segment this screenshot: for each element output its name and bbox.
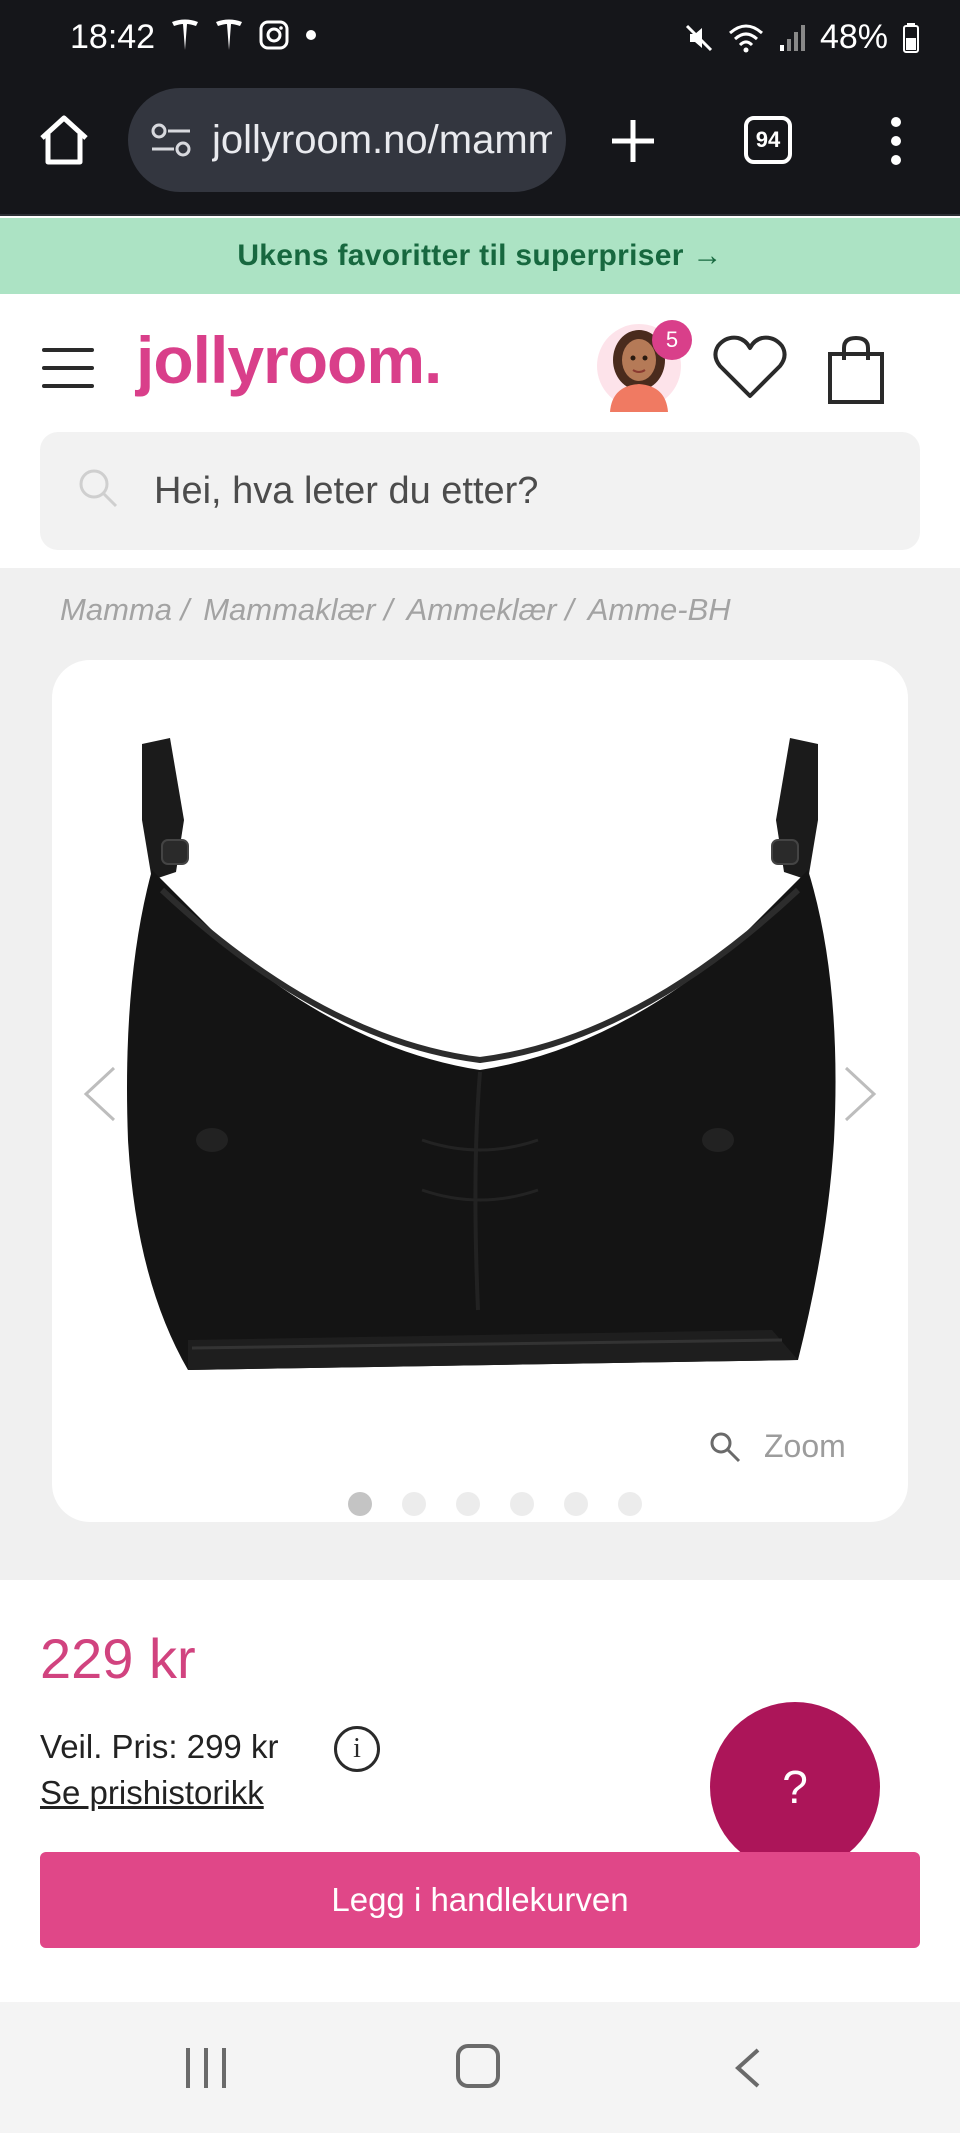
search-icon [79, 469, 118, 508]
pagination-dot[interactable] [456, 1492, 480, 1516]
image-pagination [348, 1492, 642, 1516]
help-chat-button[interactable]: ? [710, 1702, 880, 1872]
new-tab-icon[interactable] [608, 116, 658, 166]
home-icon[interactable] [36, 112, 92, 168]
promo-banner[interactable]: Ukens favoritter til superpriser → [0, 218, 960, 294]
breadcrumb: Mamma / Mammaklær / Ammeklær / Amme-BH [60, 592, 731, 628]
zoom-magnifier-icon [710, 1432, 741, 1462]
shopping-bag-icon[interactable] [826, 334, 886, 406]
status-time: 18:42 [70, 18, 156, 56]
mute-icon [685, 24, 712, 51]
breadcrumb-item-mammaklaer[interactable]: Mammaklær / [203, 592, 392, 628]
search-input[interactable]: Hei, hva leter du etter? [40, 432, 920, 550]
breadcrumb-item-ammeklaer[interactable]: Ammeklær / [407, 592, 574, 628]
product-image-card: Zoom [52, 660, 908, 1522]
battery-percent: 48% [819, 18, 888, 56]
zoom-control[interactable]: Zoom [708, 1428, 846, 1465]
recent-apps-icon[interactable] [186, 2048, 226, 2088]
system-navigation-bar [0, 2002, 960, 2133]
tab-switcher-button[interactable]: 94 [744, 116, 792, 164]
pagination-dot[interactable] [510, 1492, 534, 1516]
pagination-dot[interactable] [402, 1492, 426, 1516]
back-arrow-icon[interactable] [732, 2046, 762, 2090]
site-logo[interactable]: jollyroom. [136, 322, 442, 398]
battery-icon [903, 22, 919, 53]
home-button-icon[interactable] [456, 2044, 500, 2088]
product-gallery-section: Mamma / Mammaklær / Ammeklær / Amme-BH Z… [0, 568, 960, 1580]
pagination-dot-active[interactable] [348, 1492, 372, 1516]
tesla-icon [216, 19, 242, 50]
product-image[interactable] [122, 720, 838, 1440]
notification-dot-icon [306, 30, 316, 40]
recommended-price: Veil. Pris: 299 kr [40, 1728, 279, 1765]
pagination-dot[interactable] [618, 1492, 642, 1516]
hamburger-menu-icon[interactable] [42, 348, 94, 388]
price-history-link[interactable]: Se prishistorikk [40, 1774, 264, 1812]
wishlist-heart-icon[interactable] [712, 334, 788, 402]
status-notification-icons [170, 18, 318, 52]
breadcrumb-item-amme-bh[interactable]: Amme-BH [588, 592, 731, 628]
add-to-cart-button[interactable]: Legg i handlekurven [40, 1852, 920, 1948]
info-icon[interactable]: i [334, 1726, 380, 1772]
address-bar[interactable]: jollyroom.no/mamma [128, 88, 566, 192]
wifi-icon [728, 24, 763, 52]
price-section: 229 kr Veil. Pris: 299 kr i Se prishisto… [0, 1580, 960, 2002]
more-options-icon[interactable] [886, 116, 906, 166]
status-bar: 18:42 48% [0, 0, 960, 80]
search-placeholder: Hei, hva leter du etter? [154, 470, 539, 512]
status-system-icons: 48% [684, 18, 920, 57]
url-text[interactable]: jollyroom.no/mamma [212, 118, 552, 163]
next-image-arrow-icon[interactable] [840, 1064, 880, 1124]
tesla-icon [172, 19, 198, 50]
browser-toolbar: jollyroom.no/mamma 94 [0, 80, 960, 216]
instagram-icon [259, 20, 289, 50]
avatar-notification-badge: 5 [652, 320, 692, 360]
pagination-dot[interactable] [564, 1492, 588, 1516]
signal-icon [779, 24, 805, 51]
breadcrumb-item-mamma[interactable]: Mamma / [60, 592, 189, 628]
product-price: 229 kr [40, 1627, 196, 1690]
previous-image-arrow-icon[interactable] [80, 1064, 120, 1124]
site-header: jollyroom. 5 Hei, hva leter du etter? [0, 294, 960, 568]
zoom-label[interactable]: Zoom [764, 1428, 846, 1465]
site-settings-icon[interactable] [150, 122, 192, 158]
